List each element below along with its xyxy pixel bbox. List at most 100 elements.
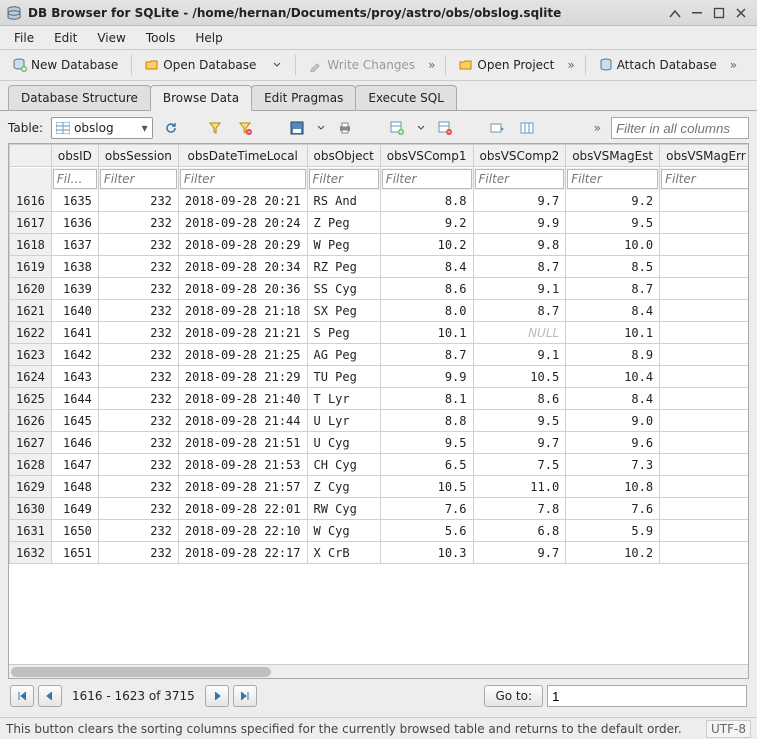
cell[interactable]: 2018-09-28 21:29 [178, 366, 307, 388]
column-filter-input[interactable] [100, 169, 177, 189]
cell[interactable]: 8.8 [380, 410, 473, 432]
cell[interactable]: 10.1 [566, 322, 660, 344]
cell[interactable]: AG Peg [307, 344, 380, 366]
table-row[interactable]: 162516442322018-09-28 21:40T Lyr8.18.68.… [10, 388, 749, 410]
cell[interactable]: 9.5 [566, 212, 660, 234]
cell[interactable]: 232 [98, 498, 178, 520]
cell[interactable]: 10.5 [473, 366, 566, 388]
cell[interactable]: 9.1 [473, 278, 566, 300]
cell[interactable] [660, 278, 748, 300]
cell[interactable]: 232 [98, 300, 178, 322]
open-database-button[interactable]: Open Database [138, 54, 263, 76]
cell[interactable] [660, 344, 748, 366]
table-row[interactable]: 162016392322018-09-28 20:36SS Cyg8.69.18… [10, 278, 749, 300]
cell[interactable]: U Cyg [307, 432, 380, 454]
row-header[interactable]: 1627 [10, 432, 52, 454]
cell[interactable]: 8.6 [473, 388, 566, 410]
cell[interactable] [660, 212, 748, 234]
row-header[interactable]: 1618 [10, 234, 52, 256]
cell[interactable]: S Peg [307, 322, 380, 344]
cell[interactable]: 9.5 [380, 432, 473, 454]
cell[interactable]: 232 [98, 322, 178, 344]
cell[interactable]: 2018-09-28 20:36 [178, 278, 307, 300]
column-filter-input[interactable] [382, 169, 472, 189]
cell[interactable]: 2018-09-28 21:18 [178, 300, 307, 322]
next-page-button[interactable] [205, 685, 229, 707]
column-header[interactable]: obsVSMagEst [566, 145, 660, 167]
cell[interactable]: 8.9 [566, 344, 660, 366]
cell[interactable]: 8.7 [380, 344, 473, 366]
table-row[interactable]: 163116502322018-09-28 22:10W Cyg5.66.85.… [10, 520, 749, 542]
cell[interactable] [660, 410, 748, 432]
column-header[interactable]: obsID [51, 145, 98, 167]
cell[interactable]: 10.5 [380, 476, 473, 498]
table-row[interactable]: 162316422322018-09-28 21:25AG Peg8.79.18… [10, 344, 749, 366]
open-database-dropdown[interactable] [265, 54, 289, 76]
row-header[interactable]: 1631 [10, 520, 52, 542]
row-header[interactable]: 1620 [10, 278, 52, 300]
adjust-columns-button[interactable] [515, 117, 539, 139]
cell[interactable]: 2018-09-28 22:01 [178, 498, 307, 520]
open-project-button[interactable]: Open Project [452, 54, 561, 76]
tab-edit-pragmas[interactable]: Edit Pragmas [251, 85, 356, 110]
column-filter-input[interactable] [180, 169, 306, 189]
table-row[interactable]: 161716362322018-09-28 20:24Z Peg9.29.99.… [10, 212, 749, 234]
tab-database-structure[interactable]: Database Structure [8, 85, 151, 110]
goto-button[interactable]: Go to: [484, 685, 543, 707]
cell[interactable]: 8.7 [473, 300, 566, 322]
cell[interactable]: 1647 [51, 454, 98, 476]
attach-database-button[interactable]: Attach Database [592, 54, 724, 76]
cell[interactable]: 9.6 [566, 432, 660, 454]
cell[interactable]: 1651 [51, 542, 98, 564]
table-row[interactable]: 161916382322018-09-28 20:34RZ Peg8.48.78… [10, 256, 749, 278]
encoding-indicator[interactable]: UTF-8 [706, 720, 751, 738]
row-header[interactable]: 1624 [10, 366, 52, 388]
cell[interactable]: W Cyg [307, 520, 380, 542]
cell[interactable]: 232 [98, 366, 178, 388]
cell[interactable]: X CrB [307, 542, 380, 564]
cell[interactable]: 232 [98, 212, 178, 234]
cell[interactable]: 8.5 [566, 256, 660, 278]
cell[interactable]: 8.8 [380, 190, 473, 212]
cell[interactable]: 232 [98, 256, 178, 278]
column-header[interactable]: obsVSComp1 [380, 145, 473, 167]
cell[interactable]: 8.4 [380, 256, 473, 278]
cell[interactable] [660, 300, 748, 322]
cell[interactable]: 232 [98, 410, 178, 432]
cell[interactable]: Z Cyg [307, 476, 380, 498]
cell[interactable]: 7.6 [380, 498, 473, 520]
cell[interactable]: 2018-09-28 20:34 [178, 256, 307, 278]
save-table-dropdown[interactable] [315, 117, 327, 139]
cell[interactable]: RW Cyg [307, 498, 380, 520]
table-selector[interactable]: obslog ▾ [51, 117, 153, 139]
cell[interactable]: 9.2 [380, 212, 473, 234]
cell[interactable]: 10.3 [380, 542, 473, 564]
cell[interactable]: 6.5 [380, 454, 473, 476]
cell[interactable]: 8.4 [566, 388, 660, 410]
prev-page-button[interactable] [38, 685, 62, 707]
new-record-button[interactable] [385, 117, 409, 139]
column-header[interactable]: obsSession [98, 145, 178, 167]
cell[interactable]: 1645 [51, 410, 98, 432]
table-row[interactable]: 162916482322018-09-28 21:57Z Cyg10.511.0… [10, 476, 749, 498]
toolbar-overflow-2[interactable]: » [563, 58, 578, 72]
row-header[interactable]: 1617 [10, 212, 52, 234]
cell[interactable] [660, 476, 748, 498]
row-header[interactable]: 1625 [10, 388, 52, 410]
cell[interactable]: 2018-09-28 20:24 [178, 212, 307, 234]
cell[interactable]: 2018-09-28 21:51 [178, 432, 307, 454]
cell[interactable]: 8.7 [566, 278, 660, 300]
menu-edit[interactable]: Edit [44, 28, 87, 48]
cell[interactable]: 2018-09-28 21:25 [178, 344, 307, 366]
refresh-button[interactable] [159, 117, 183, 139]
cell[interactable] [660, 454, 748, 476]
delete-record-button[interactable] [433, 117, 457, 139]
column-filter-input[interactable] [567, 169, 658, 189]
row-header[interactable]: 1619 [10, 256, 52, 278]
cell[interactable]: TU Peg [307, 366, 380, 388]
row-header[interactable]: 1632 [10, 542, 52, 564]
cell[interactable]: 7.5 [473, 454, 566, 476]
last-page-button[interactable] [233, 685, 257, 707]
cell[interactable]: 10.4 [566, 366, 660, 388]
cell[interactable]: 1638 [51, 256, 98, 278]
